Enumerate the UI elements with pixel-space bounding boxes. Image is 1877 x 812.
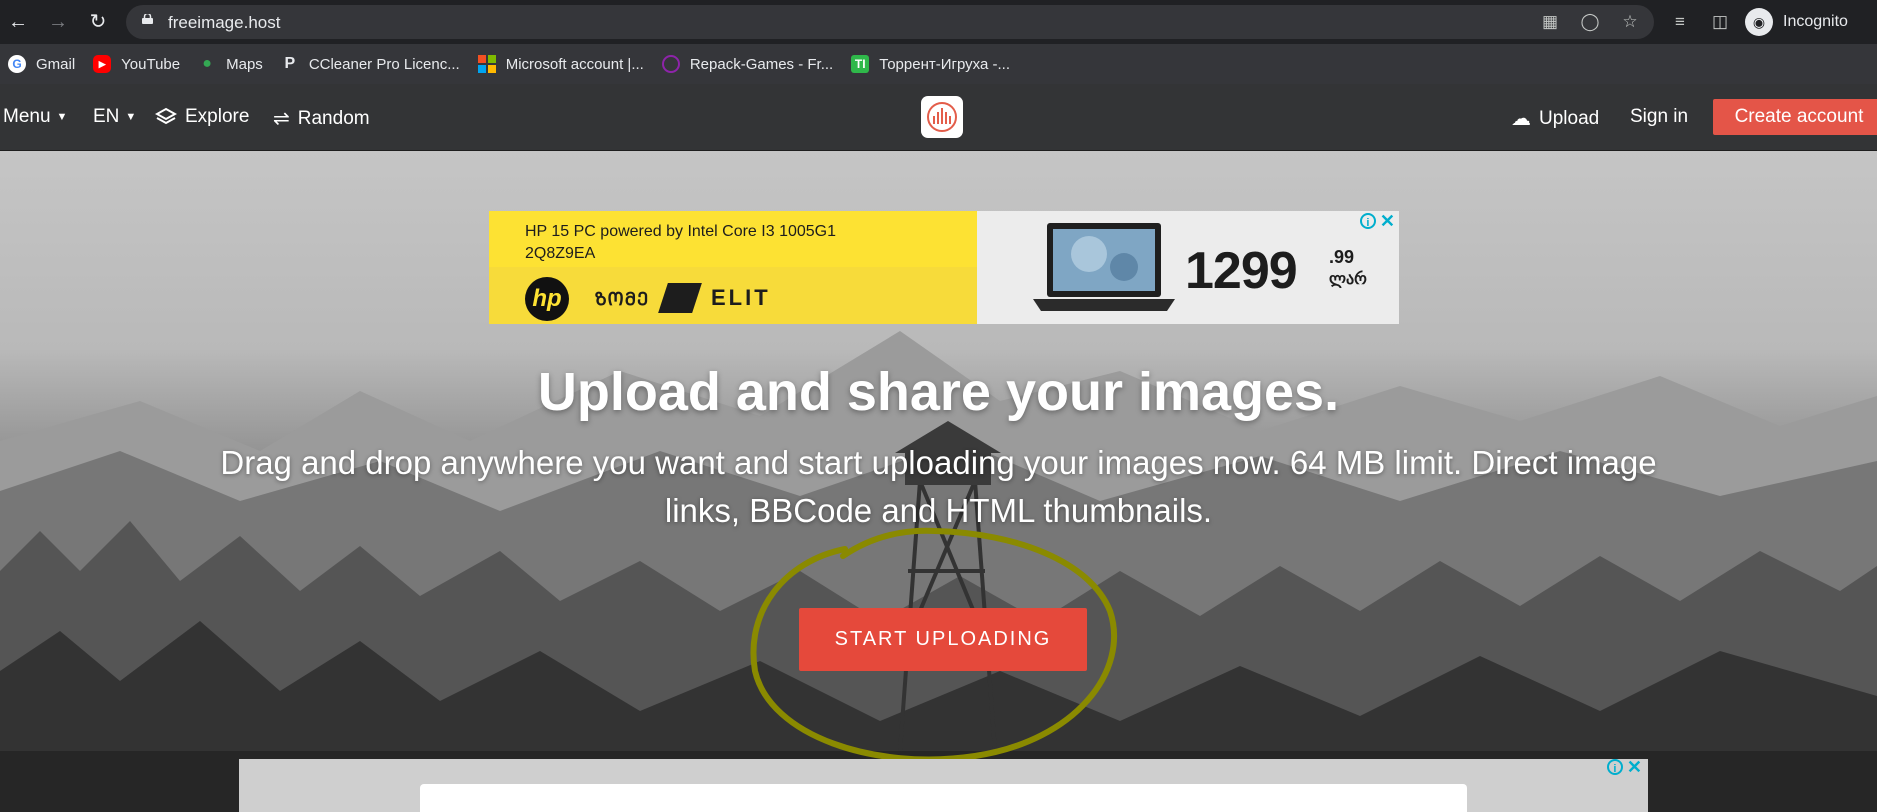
lock-icon — [142, 14, 153, 24]
elit-logo: ELIT — [711, 285, 771, 310]
incognito-label: Incognito — [1783, 13, 1848, 30]
repack-icon — [661, 55, 680, 73]
url-text[interactable]: freeimage.host — [168, 13, 280, 33]
bookmark-ccleaner[interactable]: P CCleaner Pro Licenc... — [281, 55, 460, 73]
ad-close-icon[interactable]: ✕ — [1627, 758, 1642, 776]
caret-down-icon: ▼ — [125, 111, 137, 123]
bookmark-label: Gmail — [36, 55, 76, 73]
site-logo[interactable] — [921, 96, 963, 138]
ad-close-icon[interactable]: ✕ — [1380, 212, 1395, 230]
ad-price-decimals: .99 — [1329, 247, 1355, 267]
start-uploading-button[interactable]: START UPLOADING — [799, 608, 1087, 671]
star-icon[interactable]: ☆ — [1619, 11, 1641, 33]
explore-link[interactable]: Explore — [155, 106, 249, 128]
bookmark-label: YouTube — [121, 55, 181, 73]
advertisement-banner[interactable]: HP 15 PC powered by Intel Core I3 1005G1… — [489, 211, 1399, 324]
bookmark-youtube[interactable]: ▶ YouTube — [93, 55, 180, 73]
incognito-badge[interactable]: ◉ Incognito — [1745, 6, 1848, 38]
explore-label: Explore — [185, 106, 250, 127]
hero-section[interactable]: HP 15 PC powered by Intel Core I3 1005G1… — [0, 151, 1877, 812]
hp-logo: hp — [525, 277, 569, 321]
browser-toolbar: ← → ↻ freeimage.host ▦ ◯ ☆ ≡ ◫ ◉ Incogni… — [0, 0, 1877, 44]
bookmark-label: Maps — [226, 55, 263, 73]
reading-list-icon[interactable]: ≡ — [1669, 11, 1691, 33]
zoomer-logo: ᲖᲝᲛᲔ — [595, 289, 650, 309]
bookmark-label: Microsoft account |... — [505, 55, 644, 73]
youtube-icon: ▶ — [93, 55, 112, 73]
menu-label: Menu — [3, 106, 51, 127]
torrent-icon: TI — [851, 55, 870, 73]
layers-icon — [155, 107, 177, 125]
maps-icon: ● — [202, 55, 212, 72]
pinterest-icon: P — [284, 55, 296, 72]
sign-in-label: Sign in — [1630, 106, 1689, 127]
language-label: EN — [93, 106, 120, 127]
incognito-icon: ◉ — [1745, 8, 1773, 36]
ad-info-icon[interactable]: i — [1606, 759, 1623, 775]
laptop-image — [1033, 223, 1175, 311]
bookmark-torrent-igruha[interactable]: TI Торрент-Игруха -... — [851, 55, 1010, 73]
microsoft-icon — [477, 55, 496, 73]
bookmark-gmail[interactable]: G Gmail — [8, 55, 75, 73]
ad-content-box — [420, 784, 1467, 812]
bookmarks-bar: G Gmail ▶ YouTube ● Maps P CCleaner Pro … — [0, 44, 1877, 84]
random-link[interactable]: ⇌ Random — [273, 106, 370, 131]
google-icon: G — [8, 55, 26, 73]
bookmark-maps[interactable]: ● Maps — [198, 55, 263, 73]
bookmark-label: Repack-Games - Fr... — [689, 55, 834, 73]
shuffle-icon: ⇌ — [273, 108, 290, 130]
ad-price: 1299 — [1185, 242, 1298, 300]
reload-icon[interactable]: ↻ — [86, 10, 110, 34]
ad-text-panel: HP 15 PC powered by Intel Core I3 1005G1… — [489, 211, 977, 324]
random-label: Random — [297, 107, 370, 129]
ad-info-icon[interactable]: i — [1359, 213, 1376, 229]
advertisement-banner-bottom[interactable]: i ✕ — [239, 758, 1648, 812]
forward-arrow-icon[interactable]: → — [46, 10, 70, 34]
cloud-upload-icon: ☁ — [1511, 108, 1531, 130]
bookmark-microsoft[interactable]: Microsoft account |... — [477, 55, 644, 73]
address-bar[interactable] — [126, 5, 1654, 39]
upload-label: Upload — [1539, 107, 1600, 129]
create-account-button[interactable]: Create account — [1713, 99, 1877, 135]
language-dropdown[interactable]: EN ▼ — [93, 106, 136, 128]
side-panel-icon[interactable]: ◫ — [1709, 11, 1731, 33]
ad-price-currency: ლარ — [1329, 271, 1367, 288]
menu-dropdown[interactable]: Menu ▼ — [3, 106, 67, 128]
eye-off-icon[interactable]: ◯ — [1579, 11, 1601, 33]
bookmark-label: Торрент-Игруха -... — [879, 55, 1010, 73]
upload-link[interactable]: ☁ Upload — [1511, 106, 1599, 131]
hero-title: Upload and share your images. — [537, 362, 1340, 422]
ad-price-panel: 1299 .99 ლარ i ✕ — [977, 211, 1399, 324]
caret-down-icon: ▼ — [56, 111, 68, 123]
back-arrow-icon[interactable]: ← — [6, 10, 30, 34]
bookmark-repack-games[interactable]: Repack-Games - Fr... — [661, 55, 834, 73]
ad-product-name: HP 15 PC powered by Intel Core I3 1005G1… — [525, 223, 836, 262]
sign-in-link[interactable]: Sign in — [1630, 106, 1688, 128]
bookmark-label: CCleaner Pro Licenc... — [308, 55, 460, 73]
qr-code-icon[interactable]: ▦ — [1539, 11, 1561, 33]
site-header: Menu ▼ EN ▼ Explore ⇌ Random ☁ Upload Si… — [0, 84, 1877, 151]
